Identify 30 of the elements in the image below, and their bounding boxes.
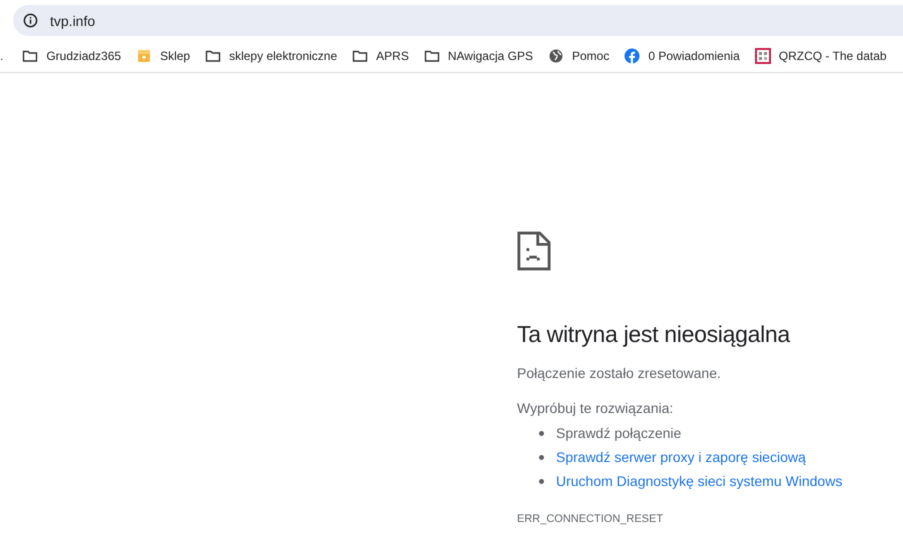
url-text: tvp.info [50,12,96,28]
error-message: Połączenie zostało zresetowane. [517,365,722,381]
bullet-icon [539,478,544,484]
info-icon[interactable] [23,13,38,28]
folder-icon [352,48,368,64]
bookmark[interactable]: Grudziadz365 [22,48,122,64]
bullet-icon [539,430,544,436]
address-bar[interactable]: tvp.info [13,5,903,36]
suggestions-heading: Wypróbuj te rozwiązania: [517,400,674,416]
sad-document-icon [517,231,551,271]
suggestion-link[interactable]: Sprawdź serwer proxy i zaporę sieciową [556,449,806,465]
error-title: Ta witryna jest nieosiągalna [517,321,792,348]
bookmark-overflow: . [0,49,4,63]
folder-icon [424,48,440,64]
bullet-icon [539,454,544,460]
bookmark[interactable]: Pomoc [548,48,610,64]
suggestion-link[interactable]: Uruchom Diagnostykę sieci systemu Windows [556,473,842,489]
qr-icon [754,48,771,64]
bookmark[interactable]: NAwigacja GPS [424,48,533,64]
bookmark[interactable]: QRZCQ - The datab [754,48,887,64]
facebook-icon [624,48,640,64]
bookmark[interactable]: 0 Powiadomienia [624,48,740,64]
box-icon [136,48,152,64]
error-code: ERR_CONNECTION_RESET [517,513,664,525]
folder-icon [205,48,222,64]
bookmark[interactable]: APRS [352,48,409,64]
bookmark[interactable]: Sklep [136,48,190,64]
bookmark[interactable]: sklepy elektroniczne [205,48,338,64]
suggestion-text: Sprawdź połączenie [556,425,682,441]
folder-icon [22,48,38,64]
